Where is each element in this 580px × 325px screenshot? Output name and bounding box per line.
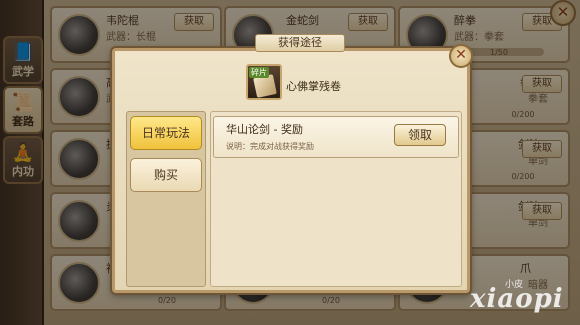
- dialog-close-icon[interactable]: ✕: [449, 44, 473, 68]
- source-entry-title: 华山论剑 - 奖励: [226, 123, 303, 136]
- dialog-title: 获得途径: [255, 34, 345, 52]
- tab-daily-play[interactable]: 日常玩法: [130, 116, 202, 150]
- watermark: xiaopi: [470, 284, 564, 314]
- item-icon: 碎片: [246, 64, 282, 100]
- fragment-tag: 碎片: [249, 67, 269, 78]
- tab-purchase[interactable]: 购买: [130, 158, 202, 192]
- claim-button[interactable]: 领取: [394, 124, 446, 146]
- source-entry-desc: 说明：完成对战获得奖励: [226, 142, 314, 151]
- item-name: 心佛掌残卷: [286, 80, 341, 93]
